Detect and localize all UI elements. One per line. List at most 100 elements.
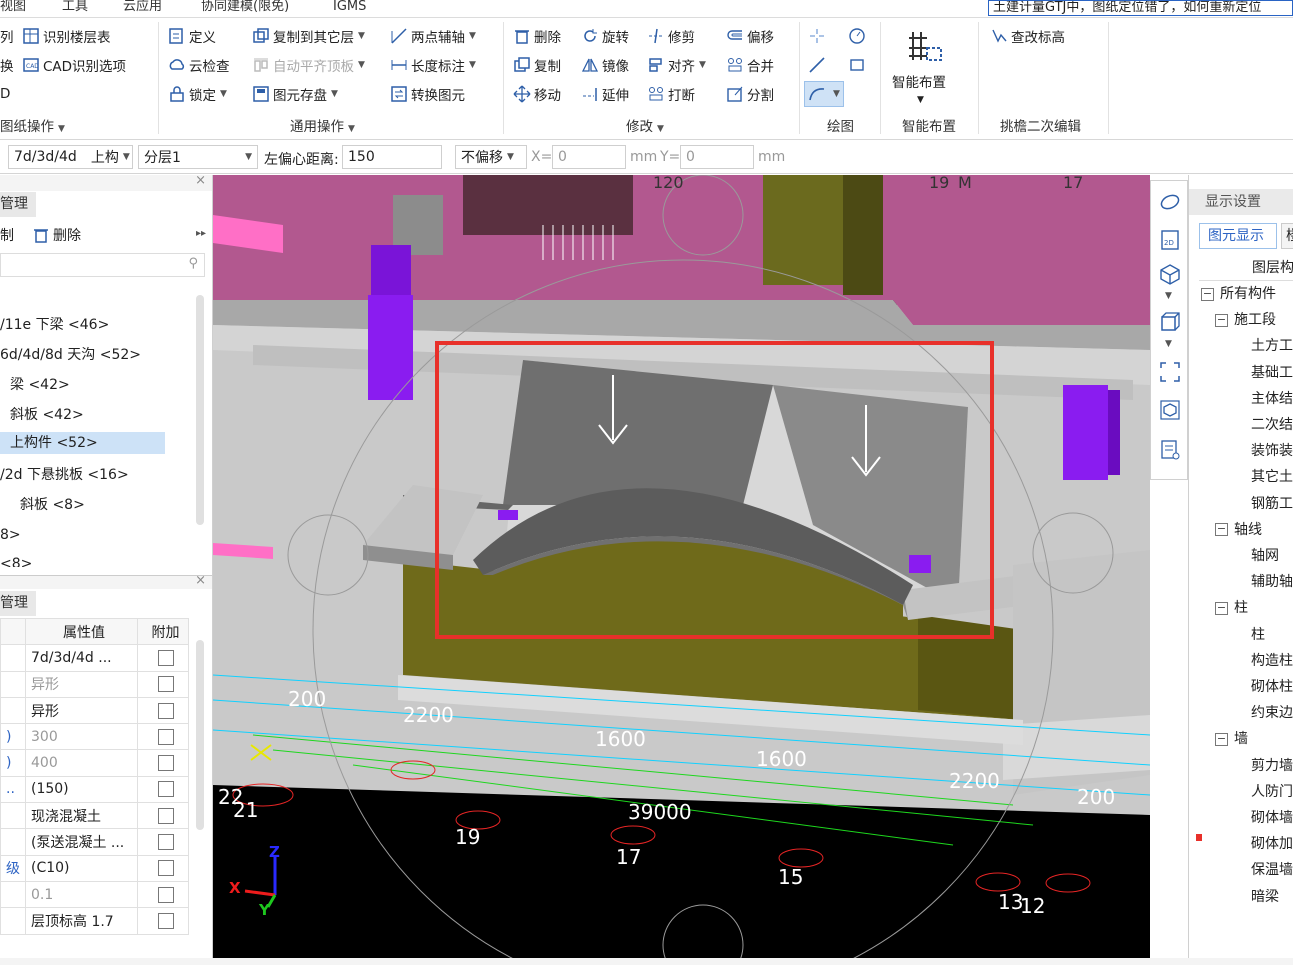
property-row[interactable]: ) 400 [0,749,189,777]
layer-tree-item[interactable]: 二次结 [1251,412,1293,438]
line-draw-button[interactable] [808,54,829,76]
property-value[interactable]: 0.1 [25,880,138,909]
menu-tools[interactable]: 工具 [62,0,88,14]
tab-floor-display[interactable]: 楼 [1281,223,1293,249]
attach-checkbox[interactable] [157,781,174,798]
attach-checkbox[interactable] [157,860,174,877]
layer-tree-item[interactable]: 暗梁 [1251,884,1279,910]
extend-button[interactable]: 延伸 [581,83,629,105]
property-value[interactable]: 异形 [25,670,138,698]
collapse-icon[interactable]: − [1215,523,1228,537]
layer-select[interactable]: 分层1 ▼ [138,145,258,169]
arc-draw-button[interactable]: ▼ [804,81,844,107]
offset-button[interactable]: 偏移 [726,25,774,47]
collapse-icon[interactable]: − [1215,732,1228,746]
layer-tree-item[interactable]: 保温墙 [1251,857,1293,883]
x-input[interactable]: 0 [552,145,626,169]
tree-item[interactable]: /11e 下梁 <46> [0,314,109,336]
offset-input[interactable]: 150 [342,145,442,169]
attach-checkbox[interactable] [157,649,174,666]
layer-tree-item[interactable]: 辅助轴 [1251,569,1293,595]
property-value[interactable]: 层顶标高 1.7 [25,907,138,935]
rotate-point-button[interactable] [848,25,869,47]
attach-checkbox[interactable] [157,702,174,719]
layer-tree-item[interactable]: 轴网 [1251,543,1279,569]
save-element-button[interactable]: 图元存盘 ▼ [252,83,338,105]
tab-element-display[interactable]: 图元显示 [1199,223,1277,249]
collapse-icon[interactable]: − [1201,287,1214,301]
scrollbar[interactable] [196,295,204,525]
y-input[interactable]: 0 [680,145,754,169]
property-value[interactable]: 现浇混凝土 [25,802,138,830]
property-value[interactable]: (150) [25,775,138,804]
layer-tree-item[interactable]: 砌体柱 [1251,674,1293,700]
align-button[interactable]: 对齐 ▼ [647,54,706,76]
news-ticker[interactable]: 土建计量GTJ中，图纸定位错了，如何重新定位 [988,0,1293,16]
property-value[interactable]: 7d/3d/4d ... [25,644,138,672]
chevron-down-icon[interactable]: ▼ [1165,339,1172,349]
layer-tree-item[interactable]: 构造柱 [1251,648,1293,674]
menu-cloud[interactable]: 云应用 [123,0,162,14]
menu-view[interactable]: 视图 [0,0,26,14]
chevron-down-icon[interactable]: ▼ [1165,291,1172,301]
layer-tree-item[interactable]: 装饰装 [1251,438,1293,464]
copy-button[interactable]: 制 [0,225,14,245]
3d-view-icon[interactable] [1159,263,1181,285]
property-row[interactable]: 0.1 [0,880,189,909]
auto-align-button[interactable]: 自动平齐顶板 ▼ [252,54,365,76]
attach-checkbox[interactable] [157,755,174,772]
property-value[interactable]: 400 [25,749,138,777]
layer-tree-item[interactable]: 约束边 [1251,700,1293,726]
collapse-icon[interactable]: − [1215,313,1228,327]
property-row[interactable]: .. (150) [0,775,189,804]
lock-button[interactable]: 锁定 ▼ [168,83,227,105]
delete-button[interactable]: 删除 [513,25,561,47]
attach-checkbox[interactable] [157,834,174,851]
attach-checkbox[interactable] [157,886,174,903]
scrollbar[interactable] [196,640,204,830]
display-list-icon[interactable] [1159,439,1181,461]
attach-checkbox[interactable] [157,676,174,693]
recognize-floor-table-button[interactable]: 识别楼层表 [22,25,111,47]
layer-tree-item[interactable]: 人防门 [1251,779,1293,805]
tree-item[interactable]: <8> [0,553,32,567]
two-point-axis-button[interactable]: 两点辅轴 ▼ [390,25,476,47]
trim-button[interactable]: 修剪 [647,25,695,47]
property-row[interactable]: 异形 [0,670,189,698]
layer-tree-item[interactable]: 砌体墙 [1251,805,1293,831]
collapse-icon[interactable]: − [1215,601,1228,615]
tree-item-selected[interactable]: 上构件 <52> [0,432,165,454]
fullscreen-icon[interactable] [1159,361,1181,383]
cube-icon[interactable] [1159,311,1181,333]
chevron-down-icon[interactable]: ▼ [917,89,924,111]
close-icon[interactable]: × [195,573,206,588]
rotate-button[interactable]: 旋转 [581,25,629,47]
property-row[interactable]: (泵送混凝土 ... [0,828,189,856]
property-panel-title[interactable]: 管理 [0,591,36,616]
layer-tree-item[interactable]: 砌体加 [1251,831,1293,857]
split-button[interactable]: 分割 [726,83,774,105]
component-panel-title[interactable]: 管理 [0,192,36,217]
attach-checkbox[interactable] [157,807,174,824]
move-button[interactable]: 移动 [513,83,561,105]
property-row[interactable]: 异形 [0,696,189,725]
tree-item[interactable]: /2d 下悬挑板 <16> [0,464,129,486]
orbit-icon[interactable] [1159,191,1181,213]
property-row[interactable]: ) 300 [0,723,189,751]
search-input[interactable]: ⚲ [0,253,205,277]
layer-tree-item[interactable]: 钢筋工 [1251,491,1293,517]
define-button[interactable]: 定义 [168,25,216,47]
rect-draw-button[interactable] [848,54,869,76]
tree-item[interactable]: 6d/4d/8d 天沟 <52> [0,344,141,366]
element-select[interactable]: 7d/3d/4d 上构 ▼ [8,145,133,169]
property-row[interactable]: 现浇混凝土 [0,802,189,830]
cloud-check-button[interactable]: 云检查 [168,54,230,76]
break-button[interactable]: 打断 [647,83,695,105]
change-elevation-button[interactable]: 查改标高 [990,25,1065,47]
menu-igms[interactable]: IGMS [333,0,366,14]
property-row[interactable]: 级 (C10) [0,854,189,882]
attach-checkbox[interactable] [157,912,174,929]
tree-item[interactable]: 8> [0,524,21,546]
copy-button[interactable]: 复制 [513,54,561,76]
menu-collab[interactable]: 协同建模(限免) [201,0,289,14]
